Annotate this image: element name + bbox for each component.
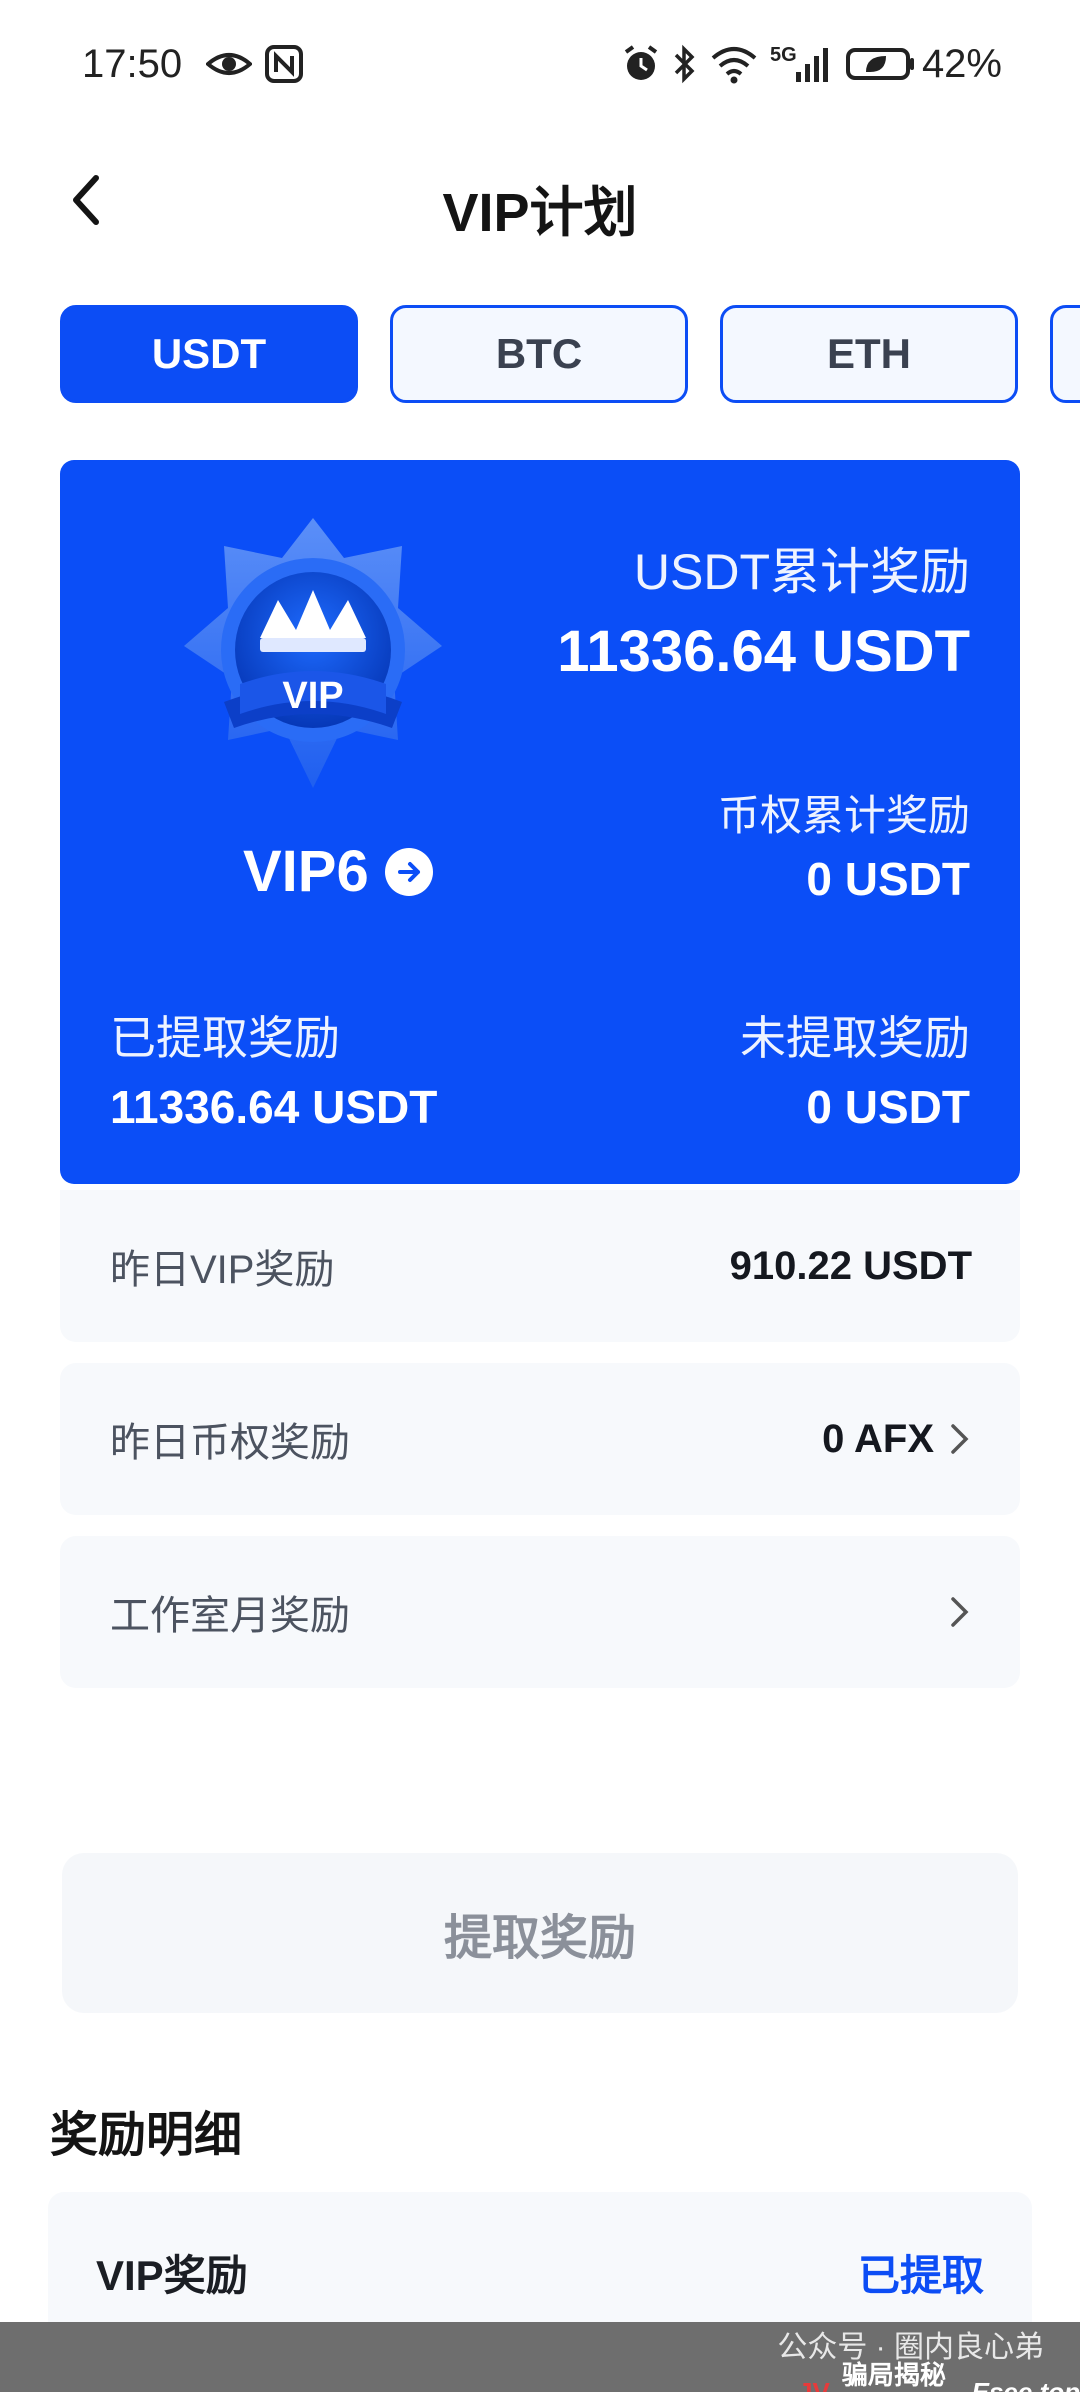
- coin-total-value: 0 USDT: [806, 853, 970, 905]
- vip-summary-card: VIP VIP6 USDT累计奖励 11336.64 USDT 币权累计奖励 0…: [60, 460, 1020, 1184]
- row-yesterday-vip-reward: 昨日VIP奖励 910.22 USDT: [60, 1190, 1020, 1342]
- watermark-logo: JV 骗局揭秘网 Esee.top: [798, 2355, 1080, 2392]
- detail-status: 已提取: [857, 2251, 984, 2299]
- alarm-icon: [624, 45, 658, 80]
- arrow-right-circle-icon: [384, 847, 433, 896]
- detail-label: VIP奖励: [96, 2251, 248, 2299]
- unwithdrawn-label: 未提取奖励: [740, 1012, 970, 1064]
- watermark-logo-text: 骗局揭秘网: [841, 2360, 946, 2390]
- usdt-total-label: USDT累计奖励: [633, 544, 970, 600]
- tab-eth[interactable]: ETH: [720, 305, 1018, 403]
- row-yesterday-coin-reward[interactable]: 昨日币权奖励 0 AFX: [60, 1363, 1020, 1515]
- page-title: VIP计划: [442, 183, 638, 243]
- withdraw-reward-button[interactable]: 提取奖励: [62, 1853, 1018, 2013]
- vip-level-text: VIP6: [243, 839, 369, 904]
- chevron-right-icon: [951, 1597, 969, 1627]
- tab-more[interactable]: [1050, 305, 1080, 403]
- withdrawn-label: 已提取奖励: [110, 1012, 340, 1064]
- watermark-mark: JV: [798, 2376, 830, 2392]
- row-studio-monthly-reward[interactable]: 工作室月奖励: [60, 1536, 1020, 1688]
- wifi-icon: [711, 47, 757, 84]
- page-header: VIP计划: [0, 140, 1080, 260]
- watermark-site: Esee.top: [971, 2376, 1080, 2392]
- row-label: 工作室月奖励: [110, 1594, 350, 1638]
- signal-icon: [796, 48, 828, 82]
- status-bar: 17:50 5G 42%: [0, 0, 1080, 140]
- bluetooth-icon: [674, 44, 695, 84]
- row-label: 昨日VIP奖励: [110, 1248, 335, 1292]
- chevron-right-icon: [951, 1424, 969, 1454]
- withdrawn-value: 11336.64 USDT: [110, 1081, 438, 1133]
- battery-percent: 42%: [921, 42, 1002, 86]
- row-value: 910.22 USDT: [729, 1243, 972, 1288]
- row-value: 0 AFX: [822, 1416, 934, 1461]
- usdt-total-value: 11336.64 USDT: [557, 619, 970, 684]
- tab-usdt[interactable]: USDT: [60, 305, 358, 403]
- nfc-icon: [265, 45, 303, 83]
- tab-btc[interactable]: BTC: [390, 305, 688, 403]
- coin-total-label: 币权累计奖励: [717, 792, 970, 839]
- row-value-wrap: 0 AFX: [822, 1417, 972, 1462]
- badge-text: VIP: [282, 675, 343, 717]
- eye-icon: [206, 53, 252, 75]
- reward-details-title: 奖励明细: [50, 2109, 243, 2162]
- battery-icon: [846, 48, 914, 80]
- status-time: 17:50: [82, 42, 183, 86]
- currency-tabs: USDT BTC ETH: [60, 305, 1080, 405]
- unwithdrawn-value: 0 USDT: [806, 1081, 970, 1133]
- row-label: 昨日币权奖励: [110, 1421, 350, 1465]
- vip-level-link[interactable]: VIP6: [243, 838, 433, 905]
- vip-crown-badge-icon: VIP: [184, 518, 442, 788]
